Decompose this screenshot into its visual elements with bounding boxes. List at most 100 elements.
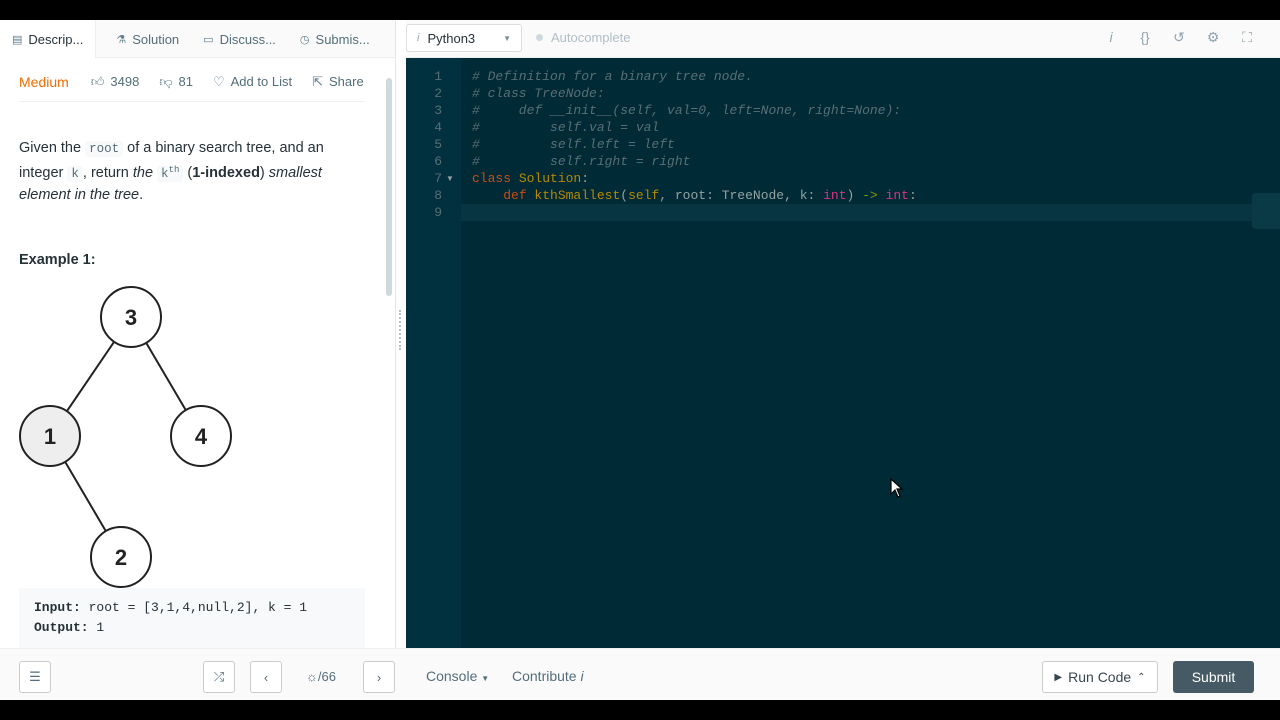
like-count: 3498 — [110, 74, 140, 89]
desc-text: , return — [82, 165, 133, 182]
reset-icon[interactable]: ↺ — [1162, 29, 1196, 46]
line-number: 4 — [434, 120, 442, 135]
line-gutter: 1 2 3 4 5 6 7 ▼ 8 9 — [406, 58, 461, 648]
play-icon: ▶ — [1054, 671, 1063, 683]
line-number: 3 — [434, 103, 442, 118]
braces-icon[interactable]: {} — [1128, 29, 1162, 46]
problem-meta: Medium 👍︎ 3498 👎︎ 81 ♡ Add to List ⇱ Sha… — [19, 70, 365, 102]
code-token: ( — [620, 188, 629, 203]
code-line: def kthSmallest(self, root: TreeNode, k:… — [472, 187, 917, 204]
tab-description[interactable]: ▤ Descrip... — [0, 20, 97, 58]
bug-icon: ☼ — [306, 669, 318, 684]
bottom-bar: ☰ ⤮ ‹ ☼/66 › Console ▼ Contribute i ▶ Run… — [0, 648, 1280, 700]
example-io-block: Input: root = [3,1,4,null,2], k = 1 Outp… — [19, 588, 365, 648]
fold-arrow-icon[interactable]: ▼ — [446, 174, 454, 183]
problem-description: Given the root of a binary search tree, … — [19, 140, 324, 204]
code-token: ) — [846, 188, 863, 203]
list-icon: ☰ — [29, 669, 41, 684]
problem-tabs: ▤ Descrip... ⚗ Solution ▭ Discuss... ◷ S… — [0, 20, 395, 58]
dislike-count: 81 — [178, 74, 193, 89]
heart-icon: ♡ — [212, 73, 225, 89]
editor-toolbar: i Python3 ▼ Autocomplete i {} ↺ ⚙ ⛶ — [406, 20, 1280, 58]
previous-problem-button[interactable]: ‹ — [250, 661, 282, 693]
tree-node-label: 1 — [44, 424, 56, 449]
code-line: # self.val = val — [472, 120, 660, 135]
example-title: Example 1: — [19, 252, 96, 268]
code-token: def — [503, 188, 527, 203]
code-line: class Solution: — [472, 170, 589, 187]
shuffle-icon: ⤮ — [213, 669, 225, 684]
language-select[interactable]: i Python3 ▼ — [406, 24, 522, 52]
code-line: # Definition for a binary tree node. — [472, 69, 753, 84]
app-frame: ▤ Descrip... ⚗ Solution ▭ Discuss... ◷ S… — [0, 20, 1280, 700]
code-kth: kth — [157, 165, 184, 183]
description-scrollbar[interactable] — [386, 78, 392, 296]
kth-sup: th — [168, 165, 180, 175]
tab-submissions[interactable]: ◷ Submis... — [288, 20, 382, 58]
line-number: 9 — [434, 205, 442, 220]
code-token: : — [908, 188, 917, 203]
console-label: Console — [426, 668, 478, 684]
problem-pager: ☼/66 — [306, 669, 336, 684]
editor-tools: i {} ↺ ⚙ ⛶ — [1094, 29, 1264, 46]
panel-resize-handle[interactable] — [399, 310, 402, 350]
code-token: , root: TreeNode, k: — [659, 188, 824, 203]
desc-text: . — [139, 187, 144, 204]
caret-down-icon: ▼ — [481, 674, 490, 683]
problem-list-button[interactable]: ☰ — [19, 661, 51, 693]
desc-indexed: 1-indexed — [192, 165, 260, 182]
settings-icon[interactable]: ⚙ — [1196, 29, 1230, 46]
code-token: -> — [862, 188, 878, 203]
share-button[interactable]: ⇱ Share — [312, 74, 364, 90]
flask-icon: ⚗ — [116, 33, 127, 46]
code-token: Solution — [511, 171, 582, 186]
tab-label: Discuss... — [219, 31, 276, 47]
chevron-up-icon: ⌃ — [1137, 671, 1146, 683]
code-token: int — [885, 188, 909, 203]
share-label: Share — [328, 74, 364, 89]
info-icon[interactable]: i — [1094, 29, 1128, 46]
code-token: kthSmallest — [526, 188, 621, 203]
input-value: root = [3,1,4,null,2], k = 1 — [80, 600, 308, 615]
contribute-label: Contribute — [512, 668, 577, 684]
code-line: # class TreeNode: — [472, 86, 605, 101]
console-button[interactable]: Console ▼ — [426, 668, 489, 684]
line-number: 2 — [434, 86, 442, 101]
code-editor[interactable]: 1 2 3 4 5 6 7 ▼ 8 9 # Definition for a b… — [406, 58, 1280, 648]
caret-down-icon: ▼ — [503, 34, 511, 43]
run-label: Run Code — [1068, 669, 1132, 685]
add-to-list-button[interactable]: ♡ Add to List — [213, 74, 292, 90]
like-button[interactable]: 👍︎ 3498 — [91, 74, 140, 90]
tab-label: Solution — [132, 31, 180, 47]
submit-button[interactable]: Submit — [1173, 661, 1254, 693]
fullscreen-icon[interactable]: ⛶ — [1230, 29, 1264, 46]
kth-base: k — [161, 167, 169, 182]
mouse-cursor-icon — [890, 478, 904, 498]
line-number: 8 — [434, 188, 442, 203]
code-token: self — [628, 188, 660, 203]
pager-text: /66 — [317, 669, 336, 684]
language-value: Python3 — [427, 30, 476, 46]
tab-discuss[interactable]: ▭ Discuss... — [191, 20, 288, 58]
chevron-left-icon: ‹ — [263, 669, 269, 685]
tab-solution[interactable]: ⚗ Solution — [104, 20, 191, 58]
info-icon: i — [580, 668, 584, 684]
tab-label: Submis... — [315, 31, 370, 47]
example-output: Output: 1 — [34, 618, 350, 638]
contribute-button[interactable]: Contribute i — [512, 668, 584, 684]
random-problem-button[interactable]: ⤮ — [203, 661, 235, 693]
autocomplete-toggle[interactable]: Autocomplete — [536, 30, 631, 45]
tree-node-label: 4 — [195, 424, 208, 449]
run-code-button[interactable]: ▶ Run Code ⌃ — [1042, 661, 1158, 693]
add-to-list-label: Add to List — [230, 74, 293, 89]
input-label: Input: — [34, 600, 81, 615]
dislike-button[interactable]: 👎︎ 81 — [159, 74, 193, 90]
share-icon: ⇱ — [312, 73, 323, 89]
line-number: 7 — [434, 171, 442, 186]
side-panel-toggle[interactable] — [1252, 193, 1280, 229]
code-token: class — [472, 171, 512, 186]
description-icon: ▤ — [12, 33, 23, 46]
next-problem-button[interactable]: › — [363, 661, 395, 693]
